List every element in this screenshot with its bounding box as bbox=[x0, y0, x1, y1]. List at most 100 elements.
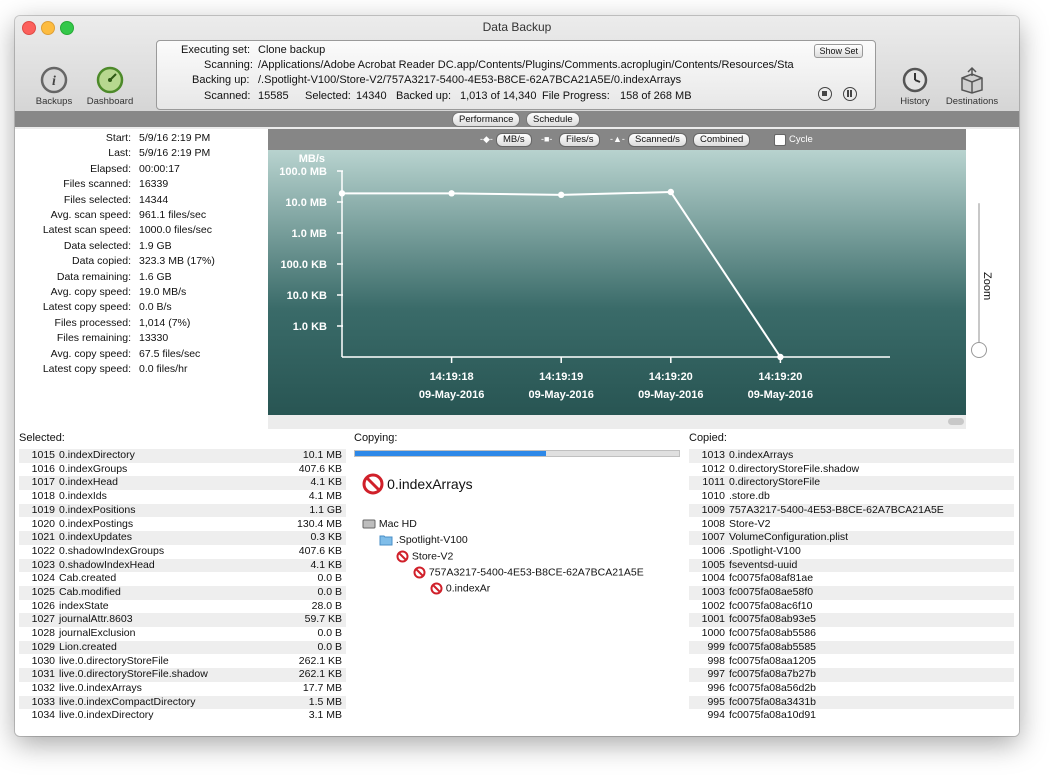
cycle-label: Cycle bbox=[789, 134, 813, 145]
stats-panel: Start: 5/9/16 2:19 PM Last: 5/9/16 2:19 PM E… bbox=[15, 129, 268, 429]
list-item[interactable]: 996 fc0075fa08a56d2b bbox=[689, 682, 1014, 696]
item-size: 407.6 KB bbox=[298, 462, 342, 475]
list-item[interactable]: 1024 Cab.created 0.0 B bbox=[19, 572, 346, 586]
list-item[interactable]: 998 fc0075fa08aa1205 bbox=[689, 655, 1014, 669]
tab-performance[interactable]: Performance bbox=[452, 112, 521, 127]
y-tick-label: 10.0 KB bbox=[287, 290, 327, 302]
list-item[interactable]: 1009 757A3217-5400-4E53-B8CE-62A7BCA21A5E bbox=[689, 503, 1014, 518]
list-item[interactable]: 1030 live.0.directoryStoreFile 262.1 KB bbox=[19, 655, 346, 669]
list-item[interactable]: 1003 fc0075fa08ae58f0 bbox=[689, 586, 1014, 600]
no-entry-icon bbox=[413, 566, 426, 579]
stat-row: Last: 5/9/16 2:19 PM bbox=[15, 146, 268, 161]
list-item[interactable]: 1002 fc0075fa08ac6f10 bbox=[689, 600, 1014, 614]
legend-mbs-button[interactable]: MB/s bbox=[496, 133, 532, 147]
file-progress-label: File Progress: bbox=[542, 90, 610, 102]
current-file: 0.indexArrays bbox=[362, 473, 473, 495]
item-size: 1.1 GB bbox=[309, 503, 342, 516]
item-size: 10.1 MB bbox=[302, 449, 342, 461]
mbs-data-point bbox=[558, 191, 565, 199]
list-item[interactable]: 1017 0.indexHead 4.1 KB bbox=[19, 476, 346, 490]
list-item[interactable]: 1018 0.indexIds 4.1 MB bbox=[19, 490, 346, 504]
list-item[interactable]: 1008 Store-V2 bbox=[689, 518, 1014, 532]
list-item[interactable]: 1011 0.directoryStoreFile bbox=[689, 476, 1014, 490]
list-item[interactable]: 1005 fseventsd-uuid bbox=[689, 558, 1014, 573]
destinations-label: Destinations bbox=[945, 96, 999, 107]
item-size: 4.1 KB bbox=[310, 476, 342, 489]
stop-button[interactable] bbox=[818, 87, 832, 101]
item-name: fc0075fa08ab5586 bbox=[729, 627, 816, 640]
list-item[interactable]: 1001 fc0075fa08ab93e5 bbox=[689, 613, 1014, 627]
legend-files-button[interactable]: Files/s bbox=[559, 133, 601, 147]
list-item[interactable]: 1023 0.shadowIndexHead 4.1 KB bbox=[19, 558, 346, 573]
item-size: 4.1 MB bbox=[308, 490, 342, 503]
selected-panel: Selected: 1015 0.indexDirectory 10.1 MB 101… bbox=[15, 429, 350, 736]
list-item[interactable]: 995 fc0075fa08a3431b bbox=[689, 695, 1014, 710]
cycle-checkbox[interactable] bbox=[774, 134, 786, 146]
dashboard-button[interactable]: Dashboard bbox=[85, 66, 135, 107]
list-item[interactable]: 1029 Lion.created 0.0 B bbox=[19, 640, 346, 655]
list-item[interactable]: 1006 .Spotlight-V100 bbox=[689, 545, 1014, 559]
toolbar: Data Backup i Backups Dashboard Executin… bbox=[15, 16, 1019, 114]
stat-row: Files processed: 1,014 (7%) bbox=[15, 316, 268, 331]
list-item[interactable]: 1028 journalExclusion 0.0 B bbox=[19, 627, 346, 641]
stat-label: Files remaining: bbox=[56, 332, 131, 345]
destinations-button[interactable]: Destinations bbox=[940, 66, 1004, 107]
list-item[interactable]: 1007 VolumeConfiguration.plist bbox=[689, 531, 1014, 545]
stat-label: Files processed: bbox=[54, 316, 131, 329]
list-item[interactable]: 1033 live.0.indexCompactDirectory 1.5 MB bbox=[19, 695, 346, 710]
legend-combined-button[interactable]: Combined bbox=[693, 133, 751, 147]
list-item[interactable]: 1034 live.0.indexDirectory 3.1 MB bbox=[19, 709, 346, 723]
pause-button[interactable] bbox=[843, 87, 857, 101]
x-tick-time: 14:19:20 bbox=[758, 371, 802, 383]
list-item[interactable]: 1019 0.indexPositions 1.1 GB bbox=[19, 503, 346, 518]
y-tick-label: 1.0 MB bbox=[292, 228, 328, 240]
list-item[interactable]: 1004 fc0075fa08af81ae bbox=[689, 572, 1014, 586]
tree-node: Mac HD bbox=[362, 518, 417, 530]
show-set-button[interactable]: Show Set bbox=[814, 44, 863, 58]
horizontal-scrollbar[interactable] bbox=[948, 418, 964, 425]
list-item[interactable]: 1015 0.indexDirectory 10.1 MB bbox=[19, 449, 346, 463]
list-item[interactable]: 1020 0.indexPostings 130.4 MB bbox=[19, 518, 346, 532]
list-item[interactable]: 999 fc0075fa08ab5585 bbox=[689, 640, 1014, 655]
view-switcher-bar: Performance Schedule bbox=[15, 111, 1019, 127]
zoom-slider-knob[interactable] bbox=[971, 342, 987, 358]
list-item[interactable]: 1013 0.indexArrays bbox=[689, 449, 1014, 463]
stat-label: Last: bbox=[108, 147, 131, 160]
list-item[interactable]: 1026 indexState 28.0 B bbox=[19, 600, 346, 614]
list-item[interactable]: 1010 .store.db bbox=[689, 490, 1014, 504]
item-size: 262.1 KB bbox=[298, 654, 342, 667]
list-item[interactable]: 1012 0.directoryStoreFile.shadow bbox=[689, 463, 1014, 477]
list-item[interactable]: 1016 0.indexGroups 407.6 KB bbox=[19, 463, 346, 477]
list-item[interactable]: 1027 journalAttr.8603 59.7 KB bbox=[19, 613, 346, 627]
list-item[interactable]: 1025 Cab.modified 0.0 B bbox=[19, 586, 346, 600]
svg-text:i: i bbox=[52, 74, 56, 89]
file-progress-value: 158 of 268 MB bbox=[620, 90, 692, 102]
scanned-value: 15585 bbox=[258, 90, 289, 102]
mbs-data-point bbox=[777, 353, 784, 361]
list-item[interactable]: 997 fc0075fa08a7b27b bbox=[689, 668, 1014, 682]
item-number: 1033 bbox=[31, 695, 55, 708]
list-item[interactable]: 1000 fc0075fa08ab5586 bbox=[689, 627, 1014, 641]
dashboard-label: Dashboard bbox=[86, 96, 134, 107]
item-number: 1012 bbox=[701, 462, 725, 475]
stat-value: 1,014 (7%) bbox=[139, 316, 191, 329]
executing-value: Clone backup bbox=[258, 44, 326, 56]
list-item[interactable]: 1032 live.0.indexArrays 17.7 MB bbox=[19, 682, 346, 696]
copying-title: Copying: bbox=[354, 432, 398, 444]
history-button[interactable]: History bbox=[895, 66, 935, 107]
mbs-data-point bbox=[667, 188, 674, 196]
item-name: indexState bbox=[59, 599, 109, 612]
stat-label: Start: bbox=[105, 132, 131, 144]
list-item[interactable]: 1021 0.indexUpdates 0.3 KB bbox=[19, 531, 346, 545]
item-name: .store.db bbox=[729, 490, 770, 503]
backups-button[interactable]: i Backups bbox=[33, 66, 75, 107]
stat-value: 5/9/16 2:19 PM bbox=[139, 132, 211, 144]
list-item[interactable]: 994 fc0075fa08a10d91 bbox=[689, 709, 1014, 723]
list-item[interactable]: 1031 live.0.directoryStoreFile.shadow 262.… bbox=[19, 668, 346, 682]
legend-scanned-button[interactable]: Scanned/s bbox=[628, 133, 687, 147]
list-item[interactable]: 1022 0.shadowIndexGroups 407.6 KB bbox=[19, 545, 346, 559]
backed-label: Backed up: bbox=[396, 90, 452, 102]
tab-schedule[interactable]: Schedule bbox=[526, 112, 580, 127]
zoom-slider-track[interactable] bbox=[978, 203, 980, 343]
stat-value: 961.1 files/sec bbox=[139, 209, 207, 221]
